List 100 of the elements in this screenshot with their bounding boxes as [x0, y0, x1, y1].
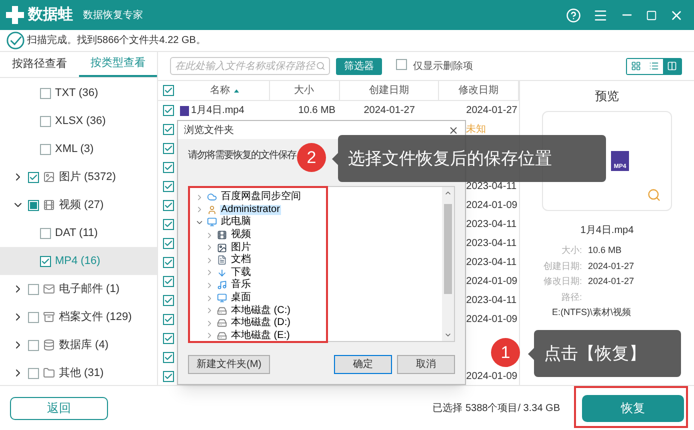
folder-item[interactable]: 本地磁盘 (D:)	[230, 318, 292, 328]
scan-status: 扫描完成。找到5866个文件共4.22 GB。	[27, 34, 206, 48]
dialog-message: 请勿将需要恢复的文件保存	[188, 148, 296, 163]
checkbox[interactable]	[163, 181, 174, 192]
help-icon[interactable]	[566, 8, 581, 22]
checkbox[interactable]	[40, 228, 51, 238]
checkbox[interactable]	[163, 219, 174, 230]
view-tab[interactable]: 按类型查看	[78, 52, 157, 77]
checkbox[interactable]	[28, 368, 39, 378]
table-cell: 未知	[466, 124, 486, 135]
tree-label: DAT (11)	[55, 226, 98, 241]
callout-text: 选择文件恢复后的保存位置	[348, 148, 552, 170]
folder-item[interactable]: 视频	[230, 230, 252, 240]
dialog-button[interactable]: 新建文件夹(M)	[188, 355, 270, 374]
checkbox[interactable]	[40, 256, 51, 266]
recover-button[interactable]: 恢复	[582, 394, 684, 422]
tree-item[interactable]: 视频 (27)	[0, 191, 157, 219]
tree-label: XLSX (36)	[55, 114, 106, 129]
checkbox[interactable]	[28, 312, 39, 322]
checkbox[interactable]	[40, 88, 51, 98]
folder-icon	[43, 367, 55, 379]
column-header[interactable]: 修改日期	[439, 81, 519, 100]
download-icon	[217, 268, 227, 278]
table-cell: 2023-04-11	[466, 295, 517, 306]
folder-item[interactable]: Administrator	[220, 204, 281, 215]
checkbox[interactable]	[163, 352, 174, 363]
checkbox[interactable]	[28, 340, 39, 350]
select-all-checkbox[interactable]	[163, 85, 174, 96]
checkbox[interactable]	[40, 116, 51, 126]
checkbox[interactable]	[163, 314, 174, 325]
folder-item[interactable]: 百度网盘同步空间	[220, 192, 302, 202]
checkbox[interactable]	[28, 172, 39, 182]
checkbox[interactable]	[163, 276, 174, 287]
scroll-down-icon[interactable]	[444, 331, 452, 339]
back-button[interactable]: 返回	[10, 396, 108, 420]
scrollbar[interactable]	[442, 187, 454, 341]
folder-item[interactable]: 此电脑	[220, 217, 252, 228]
checkbox[interactable]	[40, 144, 51, 154]
zoom-icon[interactable]	[647, 188, 661, 202]
cloud-icon	[207, 192, 217, 202]
database-icon	[43, 339, 55, 351]
checkbox[interactable]	[28, 284, 39, 294]
checkbox[interactable]	[163, 295, 174, 306]
tree-label: MP4 (16)	[55, 254, 100, 269]
image-icon	[217, 242, 227, 253]
tree-item[interactable]: 图片 (5372)	[0, 163, 157, 191]
checkbox[interactable]	[163, 105, 174, 116]
table-cell: 2024-01-09	[466, 200, 518, 211]
checkbox[interactable]	[163, 143, 174, 154]
tree-item[interactable]: DAT (11)	[0, 219, 157, 247]
folder-item[interactable]: 本地磁盘 (E:)	[230, 330, 291, 341]
folder-item[interactable]: 桌面	[230, 293, 252, 304]
maximize-icon[interactable]	[646, 10, 657, 20]
checkbox[interactable]	[396, 59, 407, 70]
selection-summary: 已选择 5388个项目/ 3.34 GB	[432, 402, 560, 416]
view-tab[interactable]: 按路径查看	[0, 52, 78, 77]
app-logo: 数据蛙	[28, 4, 73, 25]
folder-item[interactable]: 文档	[230, 255, 252, 266]
detail-value: 2024-01-27	[588, 275, 634, 288]
desktop-icon	[217, 293, 227, 304]
tree-label: XML (3)	[55, 142, 94, 157]
folder-item[interactable]: 本地磁盘 (C:)	[230, 306, 292, 316]
checkbox[interactable]	[163, 124, 174, 135]
folder-item[interactable]: 下载	[230, 268, 252, 278]
column-header[interactable]: 名称	[180, 81, 270, 100]
folder-item[interactable]: 图片	[230, 242, 252, 253]
table-cell: 2024-01-27	[364, 105, 415, 116]
checkbox[interactable]	[163, 257, 174, 268]
drive-icon	[217, 306, 227, 316]
checkbox[interactable]	[163, 333, 174, 344]
checkbox[interactable]	[163, 200, 174, 211]
close-icon[interactable]	[448, 124, 459, 136]
checkbox[interactable]	[28, 200, 39, 210]
search-field[interactable]: 在此处输入文件名称或保存路径	[170, 57, 330, 75]
preview-file-name: 1月4日.mp4	[580, 224, 634, 238]
dialog-button[interactable]: 取消	[397, 355, 455, 374]
column-header[interactable]: 大小	[270, 81, 340, 100]
search-icon[interactable]	[316, 61, 325, 71]
tree-item[interactable]: 其他 (31)	[0, 359, 157, 385]
user-icon	[207, 204, 217, 215]
dialog-button[interactable]: 确定	[334, 355, 392, 374]
filter-button[interactable]: 筛选器	[336, 58, 382, 74]
tree-item[interactable]: 档案文件 (129)	[0, 303, 157, 331]
tree-item[interactable]: XLSX (36)	[0, 107, 157, 135]
tree-item[interactable]: TXT (36)	[0, 79, 157, 107]
menu-icon[interactable]	[593, 8, 608, 22]
tree-item[interactable]: 数据库 (4)	[0, 331, 157, 359]
video-icon	[217, 230, 227, 240]
preview-view-icon[interactable]	[663, 58, 681, 74]
tree-item[interactable]: XML (3)	[0, 135, 157, 163]
checkbox[interactable]	[163, 371, 174, 382]
folder-item[interactable]: 音乐	[230, 280, 252, 290]
sort-icon	[234, 88, 239, 92]
table-cell: 2024-01-09	[466, 276, 518, 287]
column-header[interactable]: 创建日期	[340, 81, 440, 100]
scroll-up-icon[interactable]	[444, 189, 452, 197]
checkbox[interactable]	[163, 238, 174, 249]
step-number-badge: 1	[491, 338, 520, 367]
tree-item[interactable]: 电子邮件 (1)	[0, 275, 157, 303]
checkbox[interactable]	[163, 162, 174, 173]
